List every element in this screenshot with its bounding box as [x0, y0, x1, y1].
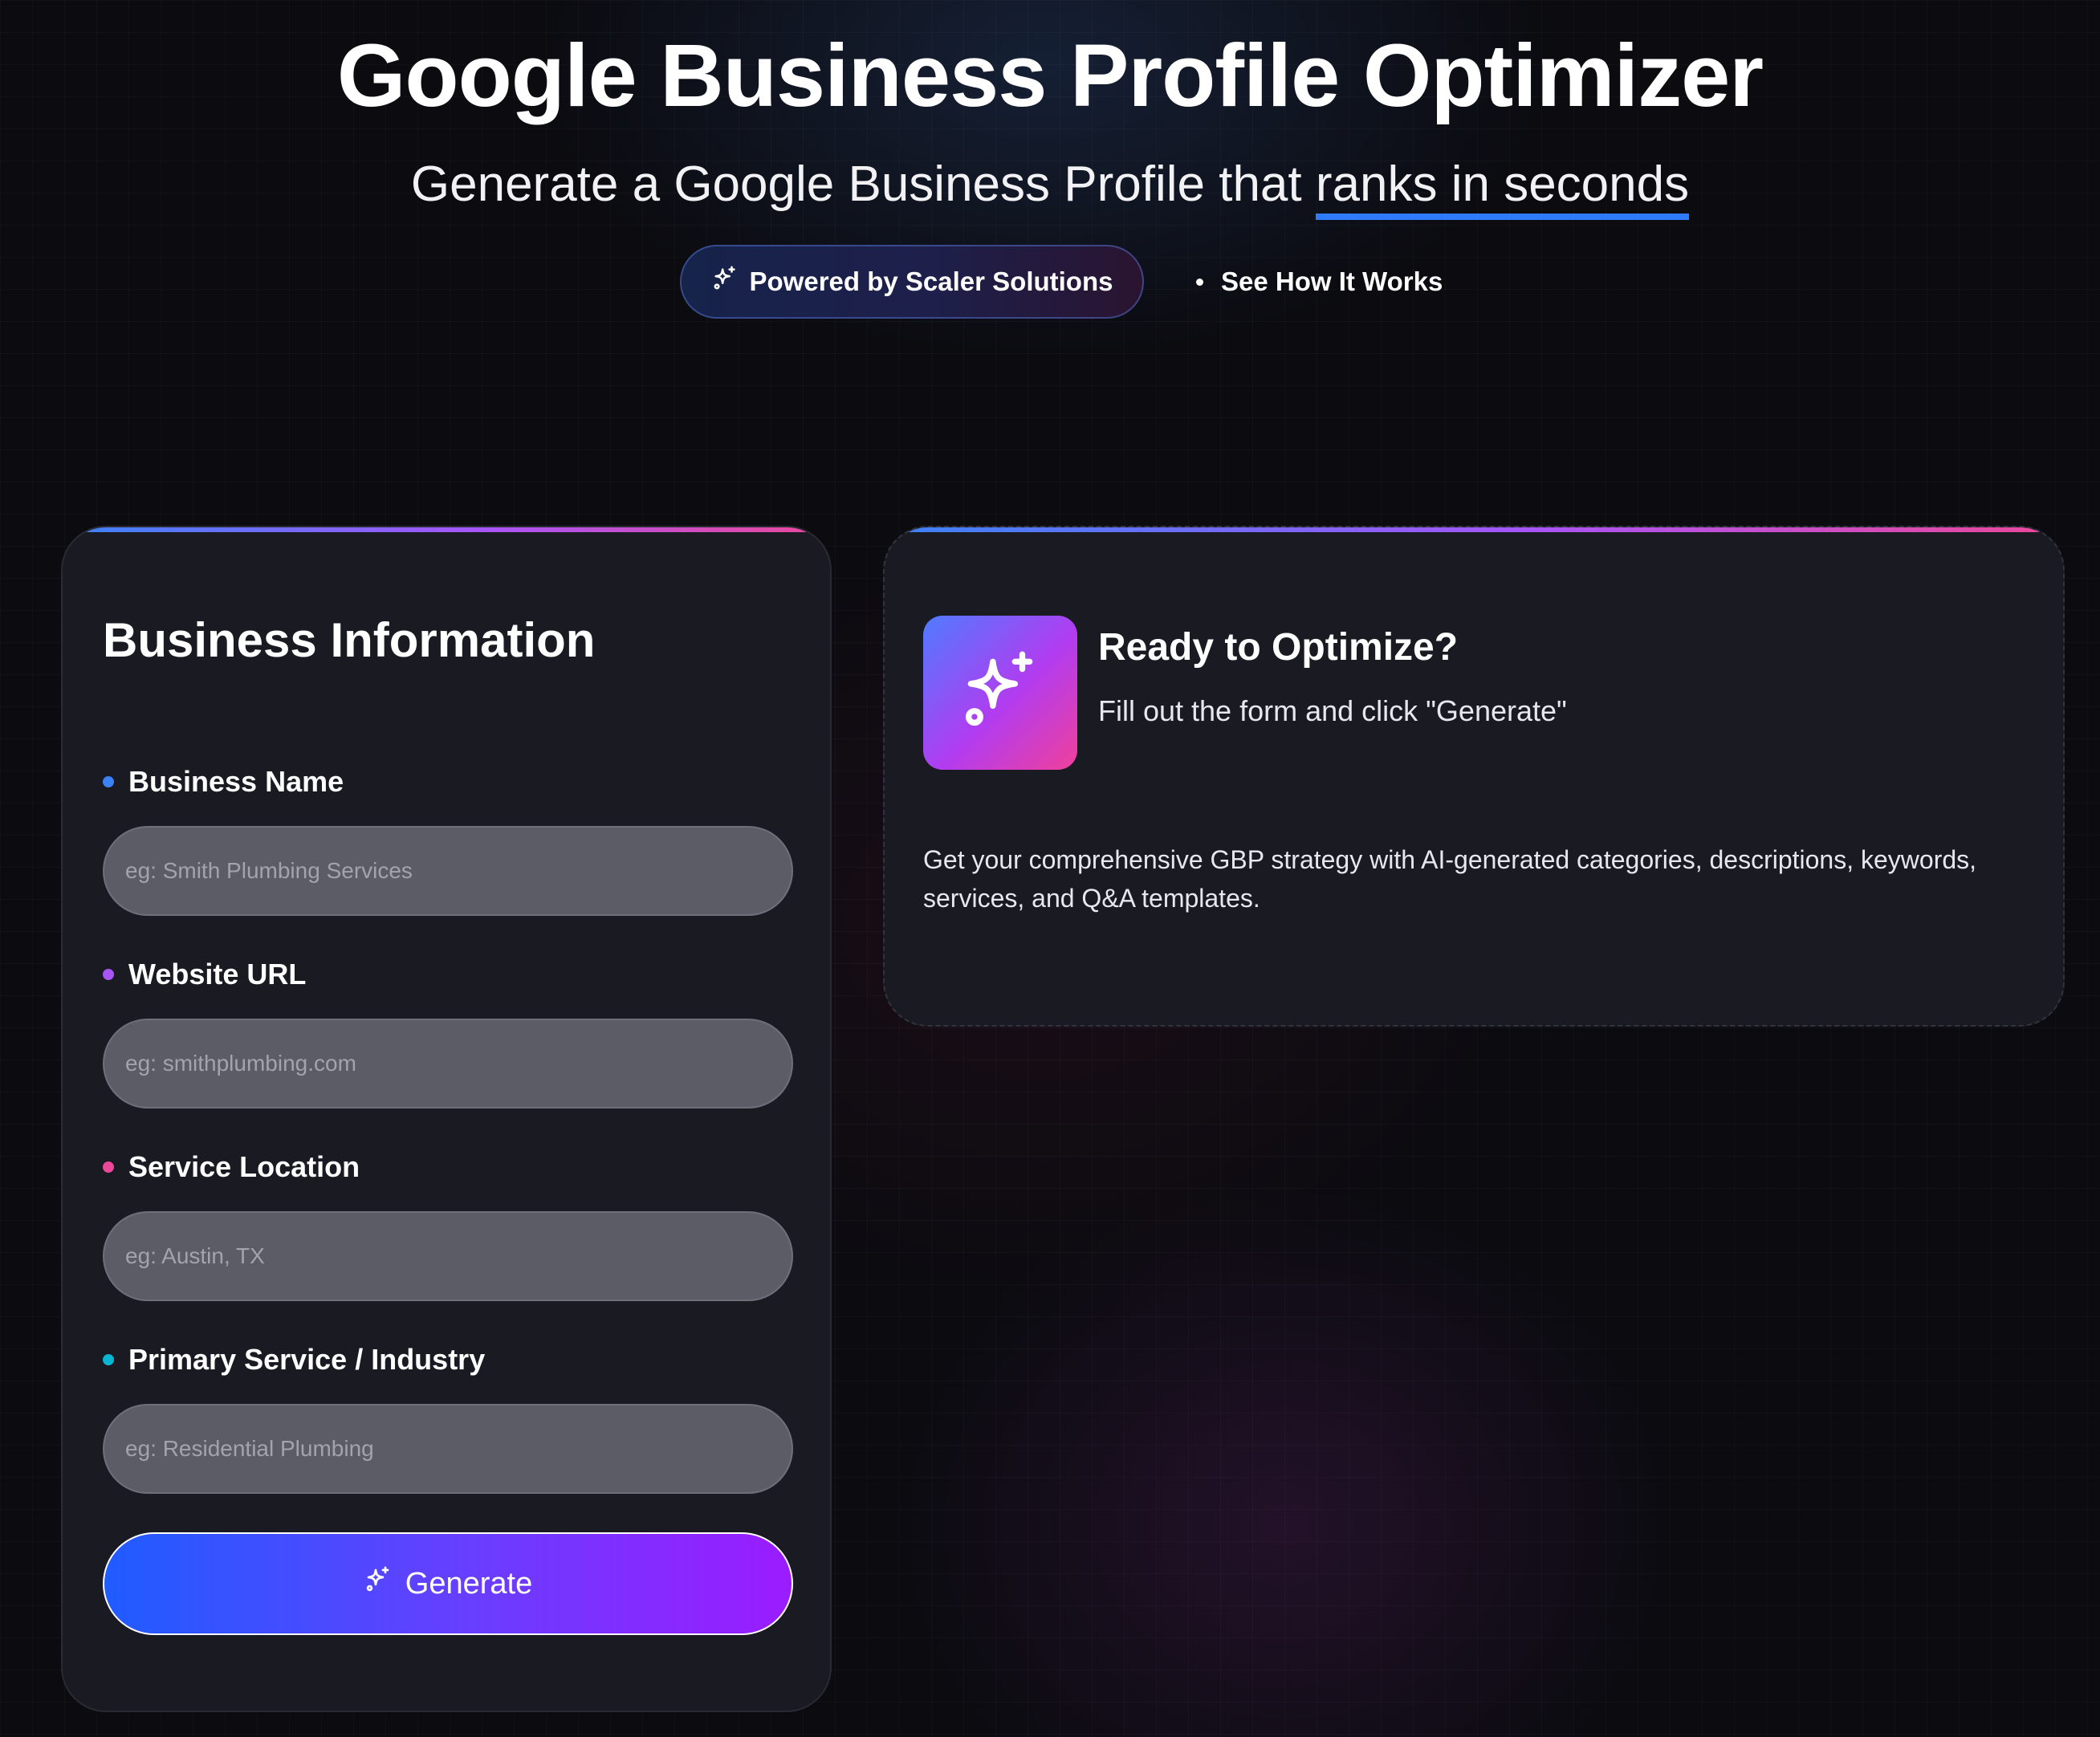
field-label-text: Service Location	[128, 1150, 360, 1183]
field-bullet	[103, 1354, 114, 1365]
generate-button[interactable]: Generate	[103, 1532, 793, 1635]
see-how-it-works-link[interactable]: See How It Works	[1196, 245, 1443, 319]
field-bullet	[103, 1161, 114, 1173]
primary-service-label: Primary Service / Industry	[103, 1342, 485, 1377]
page-title: Google Business Profile Optimizer	[336, 26, 1764, 125]
badge-label: Powered by Scaler Solutions	[749, 266, 1113, 296]
business-information-card: Business Information Business Name Websi…	[61, 526, 832, 1712]
field-label-text: Website URL	[128, 958, 307, 991]
field-label-text: Business Name	[128, 765, 344, 798]
page-subtitle: Generate a Google Business Profile that …	[0, 153, 2100, 220]
field-label-text: Primary Service / Industry	[128, 1343, 486, 1376]
result-description: Get your comprehensive GBP strategy with…	[923, 845, 1977, 913]
subtitle-text: Generate a Google Business Profile that	[410, 157, 1316, 212]
result-panel: Ready to Optimize? Fill out the form and…	[883, 526, 2065, 1027]
how-link-label: See How It Works	[1221, 266, 1443, 296]
website-url-label: Website URL	[103, 957, 306, 992]
primary-service-input[interactable]	[103, 1404, 793, 1494]
sparkles-icon	[364, 1565, 393, 1602]
sparkles-icon	[956, 647, 1044, 739]
sparkles-tile	[923, 616, 1077, 770]
service-location-input[interactable]	[103, 1211, 793, 1301]
card-gradient-bar	[885, 527, 2063, 532]
business-name-input[interactable]	[103, 826, 793, 916]
field-bullet	[103, 776, 114, 787]
form-title: Business Information	[103, 613, 596, 667]
powered-by-badge[interactable]: Powered by Scaler Solutions	[680, 245, 1144, 319]
bullet-dot	[1196, 278, 1203, 286]
sparkles-icon	[711, 265, 739, 299]
subtitle-highlight: ranks in seconds	[1315, 157, 1690, 220]
field-bullet	[103, 969, 114, 980]
result-title: Ready to Optimize?	[1098, 626, 1459, 669]
result-subtitle: Fill out the form and click "Generate"	[1098, 694, 1567, 727]
card-gradient-bar	[63, 527, 830, 532]
generate-button-label: Generate	[405, 1566, 533, 1601]
business-name-label: Business Name	[103, 764, 344, 799]
website-url-input[interactable]	[103, 1019, 793, 1109]
service-location-label: Service Location	[103, 1149, 360, 1185]
